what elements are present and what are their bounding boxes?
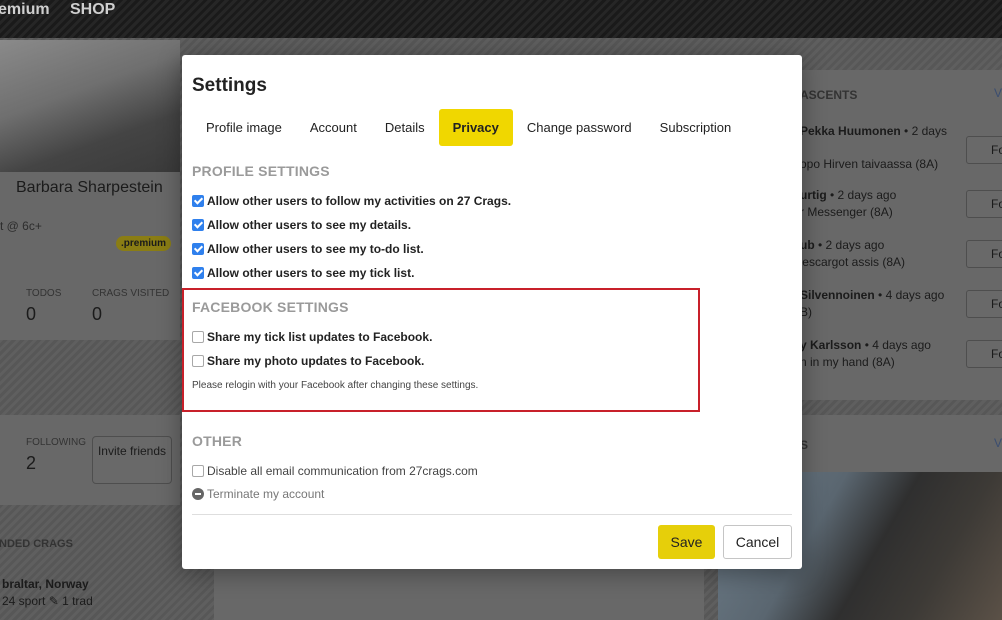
allow-follow-label: Allow other users to follow my activitie… (207, 194, 512, 208)
other-settings-title: OTHER (192, 433, 242, 449)
share-ticklist-checkbox[interactable] (192, 331, 204, 343)
terminate-account-link[interactable]: Terminate my account (192, 487, 324, 501)
invite-friends-button[interactable]: Invite friends (92, 436, 172, 484)
allow-details-option[interactable]: Allow other users to see my details. (192, 218, 411, 232)
ascent-route[interactable]: n in my hand (8A) (800, 355, 895, 369)
crags-visited-label: CRAGS VISITED (92, 288, 170, 299)
ascents-title: ASCENTS (800, 88, 858, 102)
premium-badge: .premium (116, 236, 172, 251)
tab-change-password[interactable]: Change password (513, 109, 646, 146)
allow-ticklist-label: Allow other users to see my tick list. (207, 266, 415, 280)
follow-button[interactable]: Fo (966, 240, 1002, 268)
share-ticklist-label: Share my tick list updates to Facebook. (207, 330, 433, 344)
follow-button[interactable]: Fo (966, 340, 1002, 368)
ascents-view-link[interactable]: V (994, 86, 1002, 100)
share-photo-option[interactable]: Share my photo updates to Facebook. (192, 354, 424, 368)
facebook-settings-title: FACEBOOK SETTINGS (192, 299, 349, 315)
profile-settings-title: PROFILE SETTINGS (192, 163, 330, 179)
ascent-route[interactable]: 'escargot assis (8A) (800, 255, 905, 269)
feed-card (214, 560, 704, 620)
minus-circle-icon (192, 488, 204, 500)
profile-grade: t @ 6c+ (0, 219, 42, 233)
footer-divider (192, 514, 792, 515)
crag-stats: 24 sport ✎ 1 trad (2, 594, 93, 608)
ascent-item[interactable]: Silvennoinen • 4 days ago (800, 288, 944, 302)
settings-modal: Settings Profile image Account Details P… (182, 55, 802, 569)
following-value: 2 (26, 453, 37, 473)
allow-todo-label: Allow other users to see my to-do list. (207, 242, 424, 256)
tab-profile-image[interactable]: Profile image (192, 109, 296, 146)
ascent-route[interactable]: r Messenger (8A) (800, 205, 893, 219)
allow-todo-option[interactable]: Allow other users to see my to-do list. (192, 242, 424, 256)
profile-banner-image (0, 40, 180, 172)
allow-details-label: Allow other users to see my details. (207, 218, 412, 232)
modal-title: Settings (192, 75, 267, 96)
tab-subscription[interactable]: Subscription (646, 109, 746, 146)
disable-email-label: Disable all email communication from 27c… (207, 464, 478, 478)
todos-value: 0 (26, 304, 37, 324)
share-photo-label: Share my photo updates to Facebook. (207, 354, 425, 368)
nav-shop-link[interactable]: SHOP (70, 1, 115, 19)
following-label: FOLLOWING (26, 437, 87, 448)
allow-follow-option[interactable]: Allow other users to follow my activitie… (192, 194, 511, 208)
cancel-button[interactable]: Cancel (723, 525, 792, 559)
top-navigation-bar: emium SHOP (0, 0, 1002, 38)
todos-label: TODOS (26, 288, 62, 299)
tab-details[interactable]: Details (371, 109, 439, 146)
crags-visited-value: 0 (92, 304, 103, 324)
terminate-account-label: Terminate my account (207, 487, 325, 501)
ascent-item[interactable]: Pekka Huumonen • 2 days (800, 124, 947, 138)
save-button[interactable]: Save (658, 525, 715, 559)
share-photo-checkbox[interactable] (192, 355, 204, 367)
profile-name: Barbara Sharpestein (16, 179, 163, 196)
ascent-item[interactable]: y Karlsson • 4 days ago (800, 338, 931, 352)
ascent-item[interactable]: urtig • 2 days ago (800, 188, 896, 202)
follow-button[interactable]: Fo (966, 136, 1002, 164)
tab-privacy[interactable]: Privacy (438, 109, 513, 146)
share-ticklist-option[interactable]: Share my tick list updates to Facebook. (192, 330, 432, 344)
allow-ticklist-checkbox[interactable] (192, 267, 204, 279)
ascent-item[interactable]: ub • 2 days ago (800, 238, 884, 252)
disable-email-option[interactable]: Disable all email communication from 27c… (192, 464, 478, 478)
photos-view-link[interactable]: V (994, 436, 1002, 450)
crag-name[interactable]: braltar, Norway (2, 577, 89, 591)
allow-follow-checkbox[interactable] (192, 195, 204, 207)
settings-tabs: Profile image Account Details Privacy Ch… (192, 109, 745, 146)
allow-details-checkbox[interactable] (192, 219, 204, 231)
facebook-relogin-note: Please relogin with your Facebook after … (192, 380, 479, 391)
follow-button[interactable]: Fo (966, 290, 1002, 318)
nav-premium-link[interactable]: emium (0, 1, 50, 19)
recommended-crags-title: NDED CRAGS (0, 538, 73, 550)
follow-button[interactable]: Fo (966, 190, 1002, 218)
disable-email-checkbox[interactable] (192, 465, 204, 477)
tab-account[interactable]: Account (296, 109, 371, 146)
allow-ticklist-option[interactable]: Allow other users to see my tick list. (192, 266, 414, 280)
ascent-route[interactable]: opo Hirven taivaassa (8A) (800, 157, 938, 171)
allow-todo-checkbox[interactable] (192, 243, 204, 255)
